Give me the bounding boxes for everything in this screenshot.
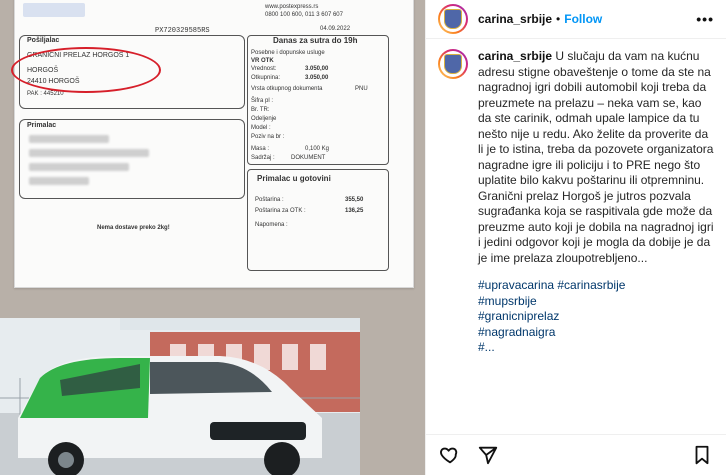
shipment-document: PX720329585RS www.postexpress.rs 0800 10… <box>11 0 414 288</box>
date: 04.09.2022 <box>320 26 351 32</box>
more-options-icon[interactable]: ••• <box>696 11 714 27</box>
postexpress-logo <box>23 3 85 17</box>
tracking-number: PX720329585RS <box>155 27 210 35</box>
save-icon[interactable] <box>690 443 714 467</box>
hashtag-line[interactable]: #... <box>478 340 714 356</box>
sifra-label: Šifra pl : <box>251 98 274 104</box>
vrednost-label: Vrednost: <box>251 66 277 72</box>
red-highlight-oval <box>11 47 161 93</box>
postarina-otk-label: Poštarina za OTK : <box>255 208 306 214</box>
caption: carina_srbije U slučaju da vam na kućnu … <box>478 49 714 434</box>
post-content: carina_srbije U slučaju da vam na kućnu … <box>426 39 726 434</box>
masa-value: 0,100 Kg <box>305 146 330 152</box>
hashtag-line[interactable]: #upravacarina #carinasrbije <box>478 278 714 294</box>
hashtags: #upravacarina #carinasrbije #mupsrbije #… <box>478 278 714 356</box>
brand-url: www.postexpress.rs <box>265 4 319 10</box>
postarina-value: 355,50 <box>345 197 364 203</box>
sender-label: Pošiljalac <box>27 37 60 44</box>
otkupnina-value: 3.050,00 <box>305 75 329 81</box>
like-icon[interactable] <box>438 443 462 467</box>
caption-avatar[interactable] <box>438 49 468 79</box>
otkupnina-label: Otkupnina: <box>251 75 281 81</box>
username[interactable]: carina_srbije <box>478 12 552 26</box>
model-label: Model : <box>251 125 271 131</box>
sadrzaj-value: DOKUMENT <box>291 155 326 161</box>
action-bar <box>426 434 726 475</box>
cash-box <box>247 169 389 271</box>
post-sidebar: carina_srbije • Follow ••• carina_srbije… <box>425 0 726 475</box>
customs-badge-icon <box>444 54 462 74</box>
recipient-box <box>19 119 245 199</box>
redacted-city <box>29 163 129 171</box>
redacted-address <box>29 149 149 157</box>
phone: 0800 100 600, 011 3 607 607 <box>265 12 343 18</box>
postarina-label: Poštarina : <box>255 197 284 203</box>
vrsta-value: PNU <box>355 86 368 92</box>
vr-otk: VR OTK <box>251 58 274 64</box>
sadrzaj-label: Sadržaj : <box>251 155 275 161</box>
vrsta-label: Vrsta otkupnog dokumenta <box>251 86 323 92</box>
avatar[interactable] <box>438 4 468 34</box>
service-title: Danas za sutra do 19h <box>273 36 358 45</box>
postarina-otk-value: 136,25 <box>345 208 364 214</box>
bottom-note: Nema dostave preko 2kg! <box>97 225 170 231</box>
car-scene <box>0 318 360 475</box>
share-icon[interactable] <box>476 443 500 467</box>
hashtag-line[interactable]: #granicniprelaz <box>478 309 714 325</box>
customs-badge-icon <box>444 9 462 29</box>
post-header: carina_srbije • Follow ••• <box>426 0 726 39</box>
caption-username[interactable]: carina_srbije <box>478 49 552 63</box>
napomena-label: Napomena : <box>255 222 288 228</box>
hashtag-line[interactable]: #nagradnaigra <box>478 325 714 341</box>
odeljenje-label: Odeljenje <box>251 116 277 122</box>
recipient-label: Primalac <box>27 122 57 129</box>
redacted-name <box>29 135 109 143</box>
cash-title: Primalac u gotovini <box>257 174 331 183</box>
service-line: Posebne i dopunske usluge <box>251 50 325 56</box>
redacted-phone <box>29 177 89 185</box>
follow-button[interactable]: Follow <box>564 12 602 26</box>
poziv-label: Poziv na br : <box>251 134 285 140</box>
post-media[interactable]: PX720329585RS www.postexpress.rs 0800 10… <box>0 0 425 475</box>
separator-dot: • <box>556 12 561 26</box>
masa-label: Masa : <box>251 146 270 152</box>
hashtag-line[interactable]: #mupsrbije <box>478 294 714 310</box>
brtr-label: Br. TR: <box>251 107 270 113</box>
caption-text: U slučaju da vam na kućnu adresu stigne … <box>478 49 714 265</box>
car-photo <box>0 318 360 475</box>
vrednost-value: 3.050,00 <box>305 66 329 72</box>
